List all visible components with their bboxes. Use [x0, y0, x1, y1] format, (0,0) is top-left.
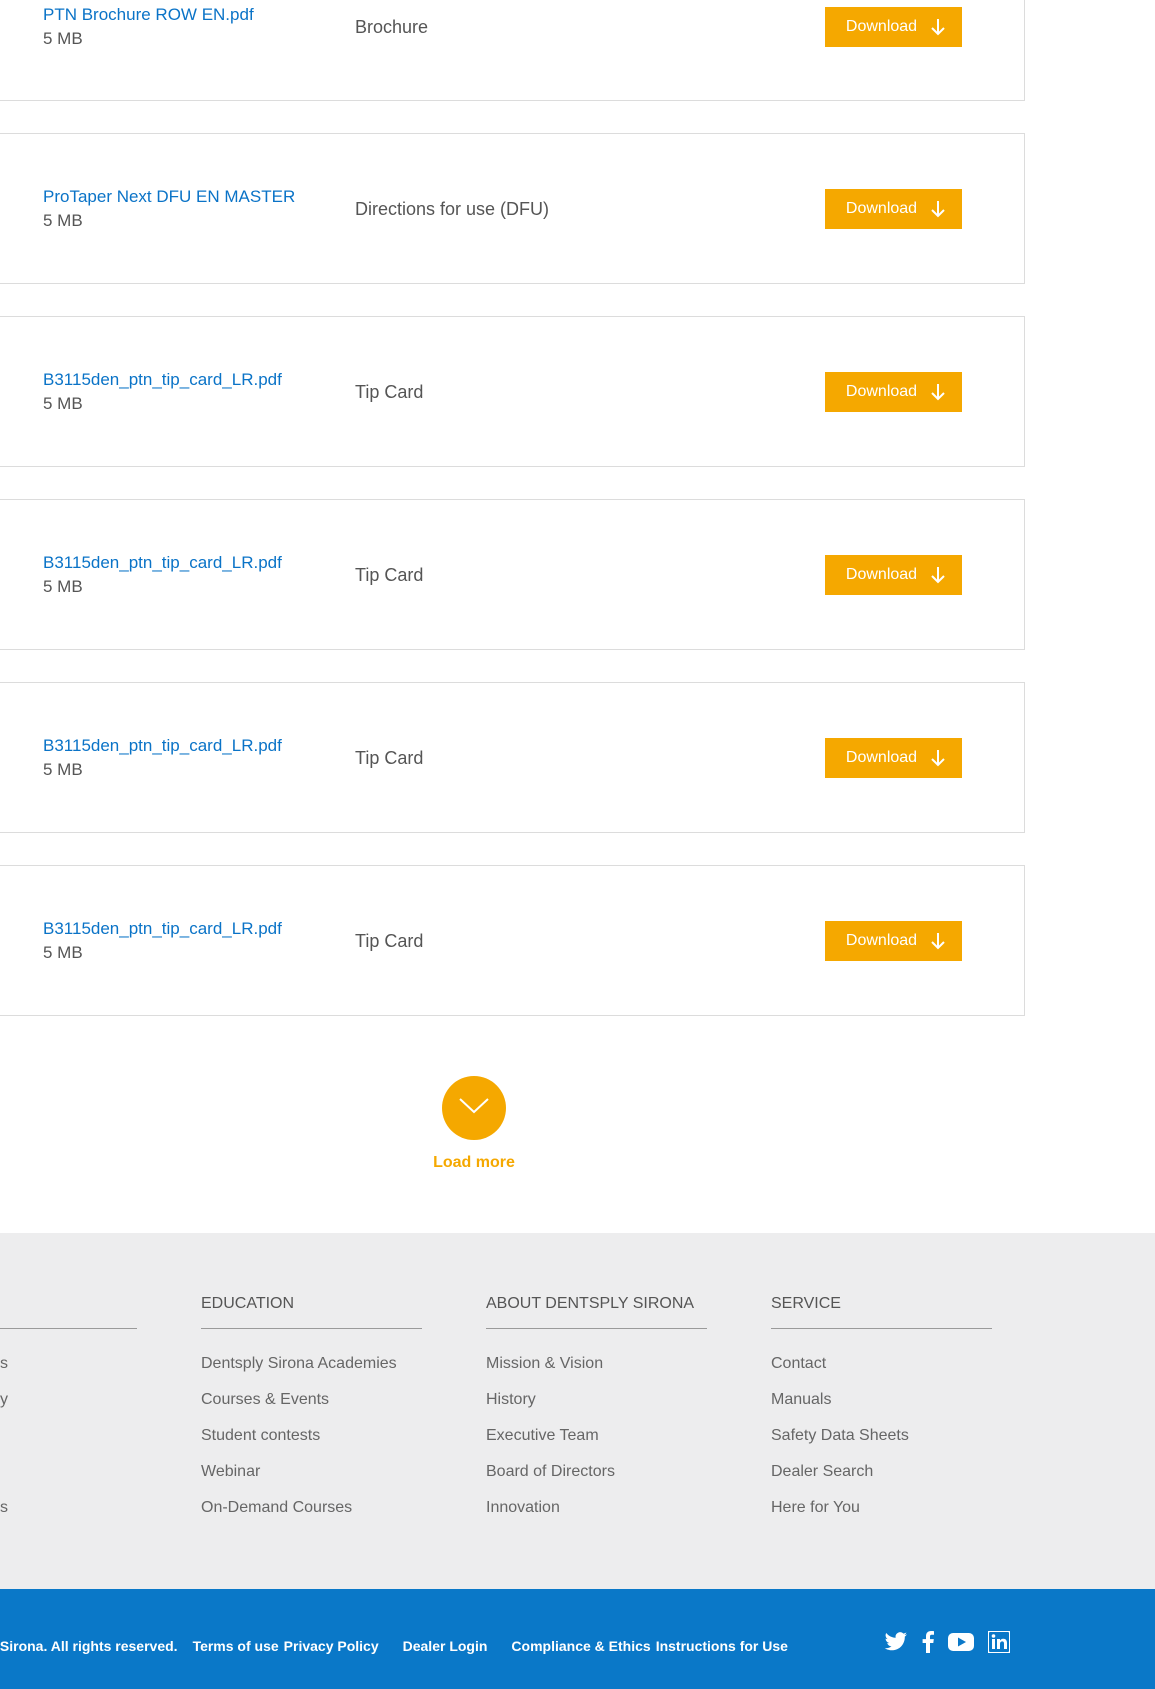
file-name-link[interactable]: B3115den_ptn_tip_card_LR.pdf — [43, 370, 282, 390]
footer-link[interactable]: Innovation — [486, 1499, 707, 1535]
download-item: PTN Brochure ROW EN.pdf 5 MB Brochure Do… — [0, 0, 1025, 101]
terms-of-use-link[interactable]: Terms of use — [193, 1638, 279, 1654]
footer-link[interactable]: Mission & Vision — [486, 1355, 707, 1391]
social-links — [884, 1630, 1011, 1658]
footer-link[interactable]: Dentsply Sirona Academies — [201, 1355, 422, 1391]
download-item: B3115den_ptn_tip_card_LR.pdf 5 MB Tip Ca… — [0, 316, 1025, 467]
footer-link-list: s y s — [0, 1355, 137, 1535]
file-name-link[interactable]: PTN Brochure ROW EN.pdf — [43, 5, 254, 25]
youtube-icon[interactable] — [948, 1632, 974, 1657]
download-button-label: Download — [845, 566, 918, 583]
file-type: Tip Card — [355, 382, 424, 402]
file-name-link[interactable]: B3115den_ptn_tip_card_LR.pdf — [43, 736, 282, 756]
file-size: 5 MB — [43, 29, 83, 48]
footer-column-title: EDUCATION — [201, 1295, 422, 1329]
footer-link[interactable]: Safety Data Sheets — [771, 1427, 992, 1463]
download-button-label: Download — [845, 383, 918, 400]
footer-link[interactable]: Dealer Search — [771, 1463, 992, 1499]
download-item: B3115den_ptn_tip_card_LR.pdf 5 MB Tip Ca… — [0, 865, 1025, 1016]
arrow-down-icon — [931, 200, 945, 218]
footer-link[interactable]: Webinar — [201, 1463, 422, 1499]
linkedin-icon[interactable] — [987, 1630, 1011, 1658]
footer-column-about: ABOUT DENTSPLY SIRONA Mission & Vision H… — [486, 1295, 707, 1535]
file-name-link[interactable]: B3115den_ptn_tip_card_LR.pdf — [43, 553, 282, 573]
download-item: B3115den_ptn_tip_card_LR.pdf 5 MB Tip Ca… — [0, 499, 1025, 650]
footer-link[interactable]: Here for You — [771, 1499, 992, 1535]
arrow-down-icon — [931, 749, 945, 767]
footer-link[interactable]: Contact — [771, 1355, 992, 1391]
load-more-label: Load more — [433, 1154, 515, 1171]
file-type: Tip Card — [355, 931, 424, 951]
privacy-policy-link[interactable]: Privacy Policy — [284, 1638, 379, 1654]
load-more-button[interactable]: Load more — [420, 1076, 528, 1172]
file-type: Tip Card — [355, 565, 424, 585]
download-button[interactable]: Download — [825, 189, 962, 229]
bottom-bar: sply Sirona. All rights reserved. Terms … — [0, 1589, 1155, 1689]
arrow-down-icon — [931, 932, 945, 950]
footer-link[interactable] — [0, 1463, 137, 1499]
footer-link[interactable]: Student contests — [201, 1427, 422, 1463]
arrow-down-icon — [931, 18, 945, 36]
download-button-label: Download — [845, 749, 918, 766]
footer-link[interactable]: s — [0, 1355, 137, 1391]
page: PTN Brochure ROW EN.pdf 5 MB Brochure Do… — [0, 0, 1155, 1689]
file-size: 5 MB — [43, 577, 83, 596]
file-type: Directions for use (DFU) — [355, 199, 550, 219]
footer-link[interactable]: History — [486, 1391, 707, 1427]
instructions-for-use-link[interactable]: Instructions for Use — [656, 1638, 788, 1654]
footer-link[interactable] — [0, 1427, 137, 1463]
facebook-icon[interactable] — [922, 1631, 934, 1658]
footer-column-partial: ​ s y s — [0, 1295, 137, 1535]
footer-link[interactable]: s — [0, 1499, 137, 1535]
footer: ​ s y s EDUCATION Dentsply Sirona Academ… — [0, 1233, 1155, 1589]
copyright-text: sply Sirona. All rights reserved. — [0, 1638, 178, 1654]
footer-column-title: ​ — [0, 1295, 137, 1329]
compliance-ethics-link[interactable]: Compliance & Ethics — [511, 1638, 650, 1654]
footer-link[interactable]: On-Demand Courses — [201, 1499, 422, 1535]
twitter-icon[interactable] — [884, 1632, 908, 1657]
download-button-label: Download — [845, 18, 918, 35]
chevron-down-icon — [458, 1097, 490, 1120]
footer-link[interactable]: Board of Directors — [486, 1463, 707, 1499]
file-type: Tip Card — [355, 748, 424, 768]
footer-column-service: SERVICE Contact Manuals Safety Data Shee… — [771, 1295, 992, 1535]
download-button[interactable]: Download — [825, 7, 962, 47]
file-size: 5 MB — [43, 760, 83, 779]
footer-column-education: EDUCATION Dentsply Sirona Academies Cour… — [201, 1295, 422, 1535]
footer-link[interactable]: Executive Team — [486, 1427, 707, 1463]
footer-link[interactable]: Manuals — [771, 1391, 992, 1427]
download-button[interactable]: Download — [825, 372, 962, 412]
file-name-link[interactable]: B3115den_ptn_tip_card_LR.pdf — [43, 919, 282, 939]
file-name-link[interactable]: ProTaper Next DFU EN MASTER — [43, 187, 295, 207]
footer-link[interactable]: Courses & Events — [201, 1391, 422, 1427]
file-size: 5 MB — [43, 943, 83, 962]
bottom-links: sply Sirona. All rights reserved. Terms … — [0, 1638, 803, 1654]
file-type: Brochure — [355, 17, 429, 37]
download-item: B3115den_ptn_tip_card_LR.pdf 5 MB Tip Ca… — [0, 682, 1025, 833]
footer-column-title: ABOUT DENTSPLY SIRONA — [486, 1295, 707, 1329]
download-button[interactable]: Download — [825, 738, 962, 778]
download-button-label: Download — [845, 200, 918, 217]
load-more-circle[interactable] — [442, 1076, 506, 1140]
file-size: 5 MB — [43, 394, 83, 413]
footer-link[interactable]: y — [0, 1391, 137, 1427]
footer-link-list: Mission & Vision History Executive Team … — [486, 1355, 707, 1535]
file-size: 5 MB — [43, 211, 83, 230]
dealer-login-link[interactable]: Dealer Login — [403, 1638, 488, 1654]
footer-link-list: Contact Manuals Safety Data Sheets Deale… — [771, 1355, 992, 1535]
arrow-down-icon — [931, 566, 945, 584]
footer-link-list: Dentsply Sirona Academies Courses & Even… — [201, 1355, 422, 1535]
download-button[interactable]: Download — [825, 555, 962, 595]
arrow-down-icon — [931, 383, 945, 401]
download-button-label: Download — [845, 932, 918, 949]
footer-column-title: SERVICE — [771, 1295, 992, 1329]
download-button[interactable]: Download — [825, 921, 962, 961]
download-item: ProTaper Next DFU EN MASTER 5 MB Directi… — [0, 133, 1025, 284]
